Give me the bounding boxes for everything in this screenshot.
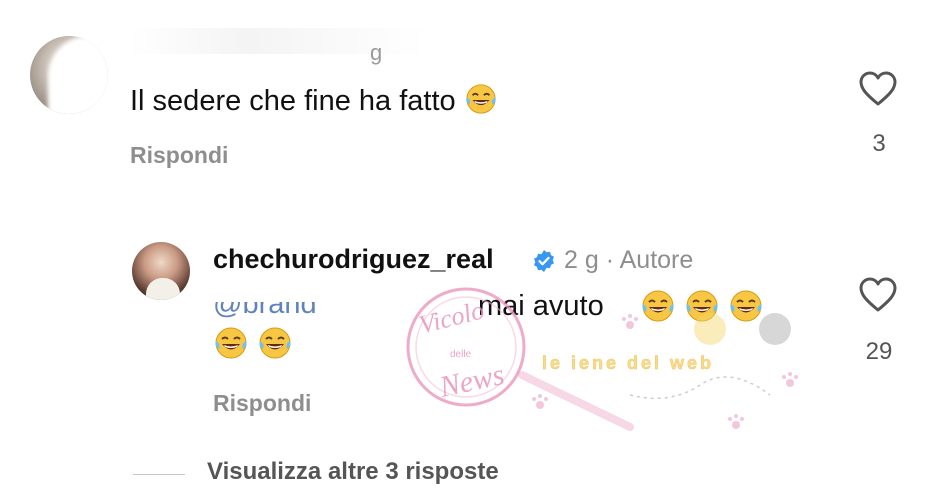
laughing-emoji-icon	[730, 290, 762, 322]
author-label: Autore	[619, 246, 694, 274]
avatar[interactable]	[30, 36, 108, 114]
reply-button[interactable]: Rispondi	[213, 390, 311, 417]
mention-link[interactable]: @brand	[213, 302, 317, 321]
laughing-emoji-icon	[465, 84, 496, 114]
comment-body: mai avuto	[478, 290, 604, 322]
separator: ·	[605, 246, 615, 274]
emoji-group	[213, 325, 301, 361]
heart-icon[interactable]	[858, 70, 898, 108]
like-count: 29	[865, 338, 893, 365]
avatar[interactable]	[132, 242, 190, 300]
comment-body: Il sedere che fine ha fatto	[130, 85, 456, 117]
comment-time: 2 g	[564, 246, 599, 274]
svg-text:le iene del web: le iene del web	[542, 353, 714, 373]
view-more-replies-button[interactable]: Visualizza altre 3 risposte	[207, 458, 499, 486]
comment-meta: 2 g · Autore	[564, 246, 693, 275]
verified-badge-icon	[534, 250, 554, 272]
comment-time: g	[370, 40, 383, 65]
like-count: 3	[872, 130, 886, 157]
heart-icon[interactable]	[858, 276, 898, 314]
laughing-emoji-icon	[215, 327, 247, 359]
svg-text:News: News	[436, 358, 507, 404]
svg-text:delle: delle	[450, 349, 472, 360]
divider	[133, 474, 185, 475]
laughing-emoji-icon	[686, 290, 718, 322]
username[interactable]: chechurodriguez_real	[213, 244, 494, 275]
reply-button[interactable]: Rispondi	[130, 142, 228, 169]
laughing-emoji-icon	[642, 290, 674, 322]
redacted-username	[128, 28, 428, 54]
comment-text: Il sedere che fine ha fatto	[130, 82, 498, 118]
laughing-emoji-icon	[259, 327, 291, 359]
svg-text:Vicolo: Vicolo	[416, 295, 487, 339]
emoji-group	[640, 288, 772, 324]
